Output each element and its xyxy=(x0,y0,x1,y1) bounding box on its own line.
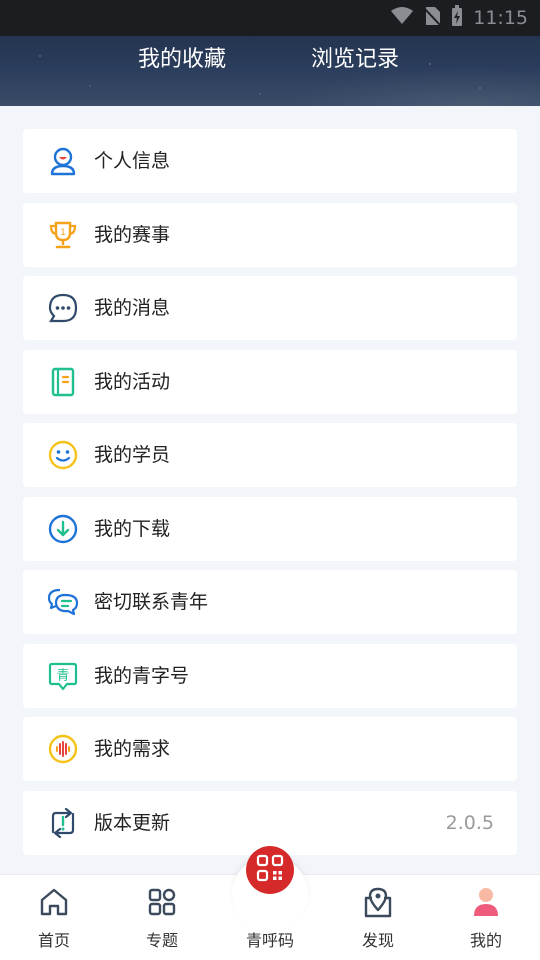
menu-label: 个人信息 xyxy=(94,150,171,172)
user-profile-icon xyxy=(47,145,79,177)
tab-topics[interactable]: 专题 xyxy=(108,875,216,960)
version-number: 2.0.5 xyxy=(445,811,494,834)
menu-label: 我的活动 xyxy=(94,370,171,393)
wifi-icon xyxy=(391,6,414,30)
tab-label: 专题 xyxy=(145,931,178,950)
qr-code-button[interactable] xyxy=(246,846,294,894)
menu-list: 个人信息 1 我的赛事 我的消息 我的活动 我的学员 我的下载 密切联系青年 青… xyxy=(0,106,540,874)
tab-label: 首页 xyxy=(37,931,70,950)
qing-badge-icon: 青 xyxy=(47,660,79,692)
menu-item-my-needs[interactable]: 我的需求 xyxy=(23,717,517,781)
menu-label: 版本更新 xyxy=(94,811,171,834)
tab-favorites[interactable]: 我的收藏 xyxy=(138,46,226,74)
menu-item-version-update[interactable]: 版本更新 2.0.5 xyxy=(23,790,517,855)
menu-label: 我的青字号 xyxy=(94,664,190,687)
svg-text:1: 1 xyxy=(60,228,66,238)
menu-label: 我的下载 xyxy=(94,517,171,540)
menu-item-my-qing-account[interactable]: 青 我的青字号 xyxy=(23,643,517,708)
profile-header: 我的收藏 浏览记录 xyxy=(0,36,540,106)
update-icon xyxy=(47,807,79,839)
status-time: 11:15 xyxy=(473,7,528,29)
qing-badge-text: 青 xyxy=(56,668,69,683)
tab-home[interactable]: 首页 xyxy=(0,875,108,960)
tab-browse-history[interactable]: 浏览记录 xyxy=(311,46,399,74)
smiley-icon xyxy=(47,439,79,471)
user-avatar-icon xyxy=(470,885,502,919)
no-sim-icon xyxy=(423,6,441,31)
location-map-icon xyxy=(362,885,394,919)
menu-item-personal-info[interactable]: 个人信息 xyxy=(23,129,517,193)
menu-label: 我的需求 xyxy=(94,738,171,760)
tab-label: 发现 xyxy=(361,931,394,950)
menu-item-my-messages[interactable]: 我的消息 xyxy=(23,276,517,340)
trophy-icon: 1 xyxy=(47,219,79,251)
grid-icon xyxy=(146,885,178,919)
home-icon xyxy=(38,885,70,919)
menu-item-my-students[interactable]: 我的学员 xyxy=(23,423,517,487)
download-icon xyxy=(47,513,79,545)
battery-charging-icon xyxy=(451,4,463,32)
notebook-icon xyxy=(47,366,79,398)
menu-item-my-activities[interactable]: 我的活动 xyxy=(23,349,517,414)
menu-label: 我的赛事 xyxy=(94,223,171,246)
menu-label: 我的学员 xyxy=(94,444,171,466)
tab-label: 我的 xyxy=(469,931,502,950)
qr-code-icon xyxy=(256,854,284,886)
menu-label: 我的消息 xyxy=(94,297,171,319)
menu-item-my-downloads[interactable]: 我的下载 xyxy=(23,496,517,561)
tab-discover[interactable]: 发现 xyxy=(324,875,432,960)
chat-bubble-icon xyxy=(47,292,79,324)
chat-bubbles-icon xyxy=(47,586,79,618)
status-bar: 11:15 xyxy=(0,0,540,36)
menu-label: 密切联系青年 xyxy=(94,591,209,613)
menu-item-contact-youth[interactable]: 密切联系青年 xyxy=(23,570,517,634)
audio-wave-icon xyxy=(47,733,79,765)
menu-item-my-events[interactable]: 1 我的赛事 xyxy=(23,202,517,267)
tab-mine[interactable]: 我的 xyxy=(432,875,540,960)
